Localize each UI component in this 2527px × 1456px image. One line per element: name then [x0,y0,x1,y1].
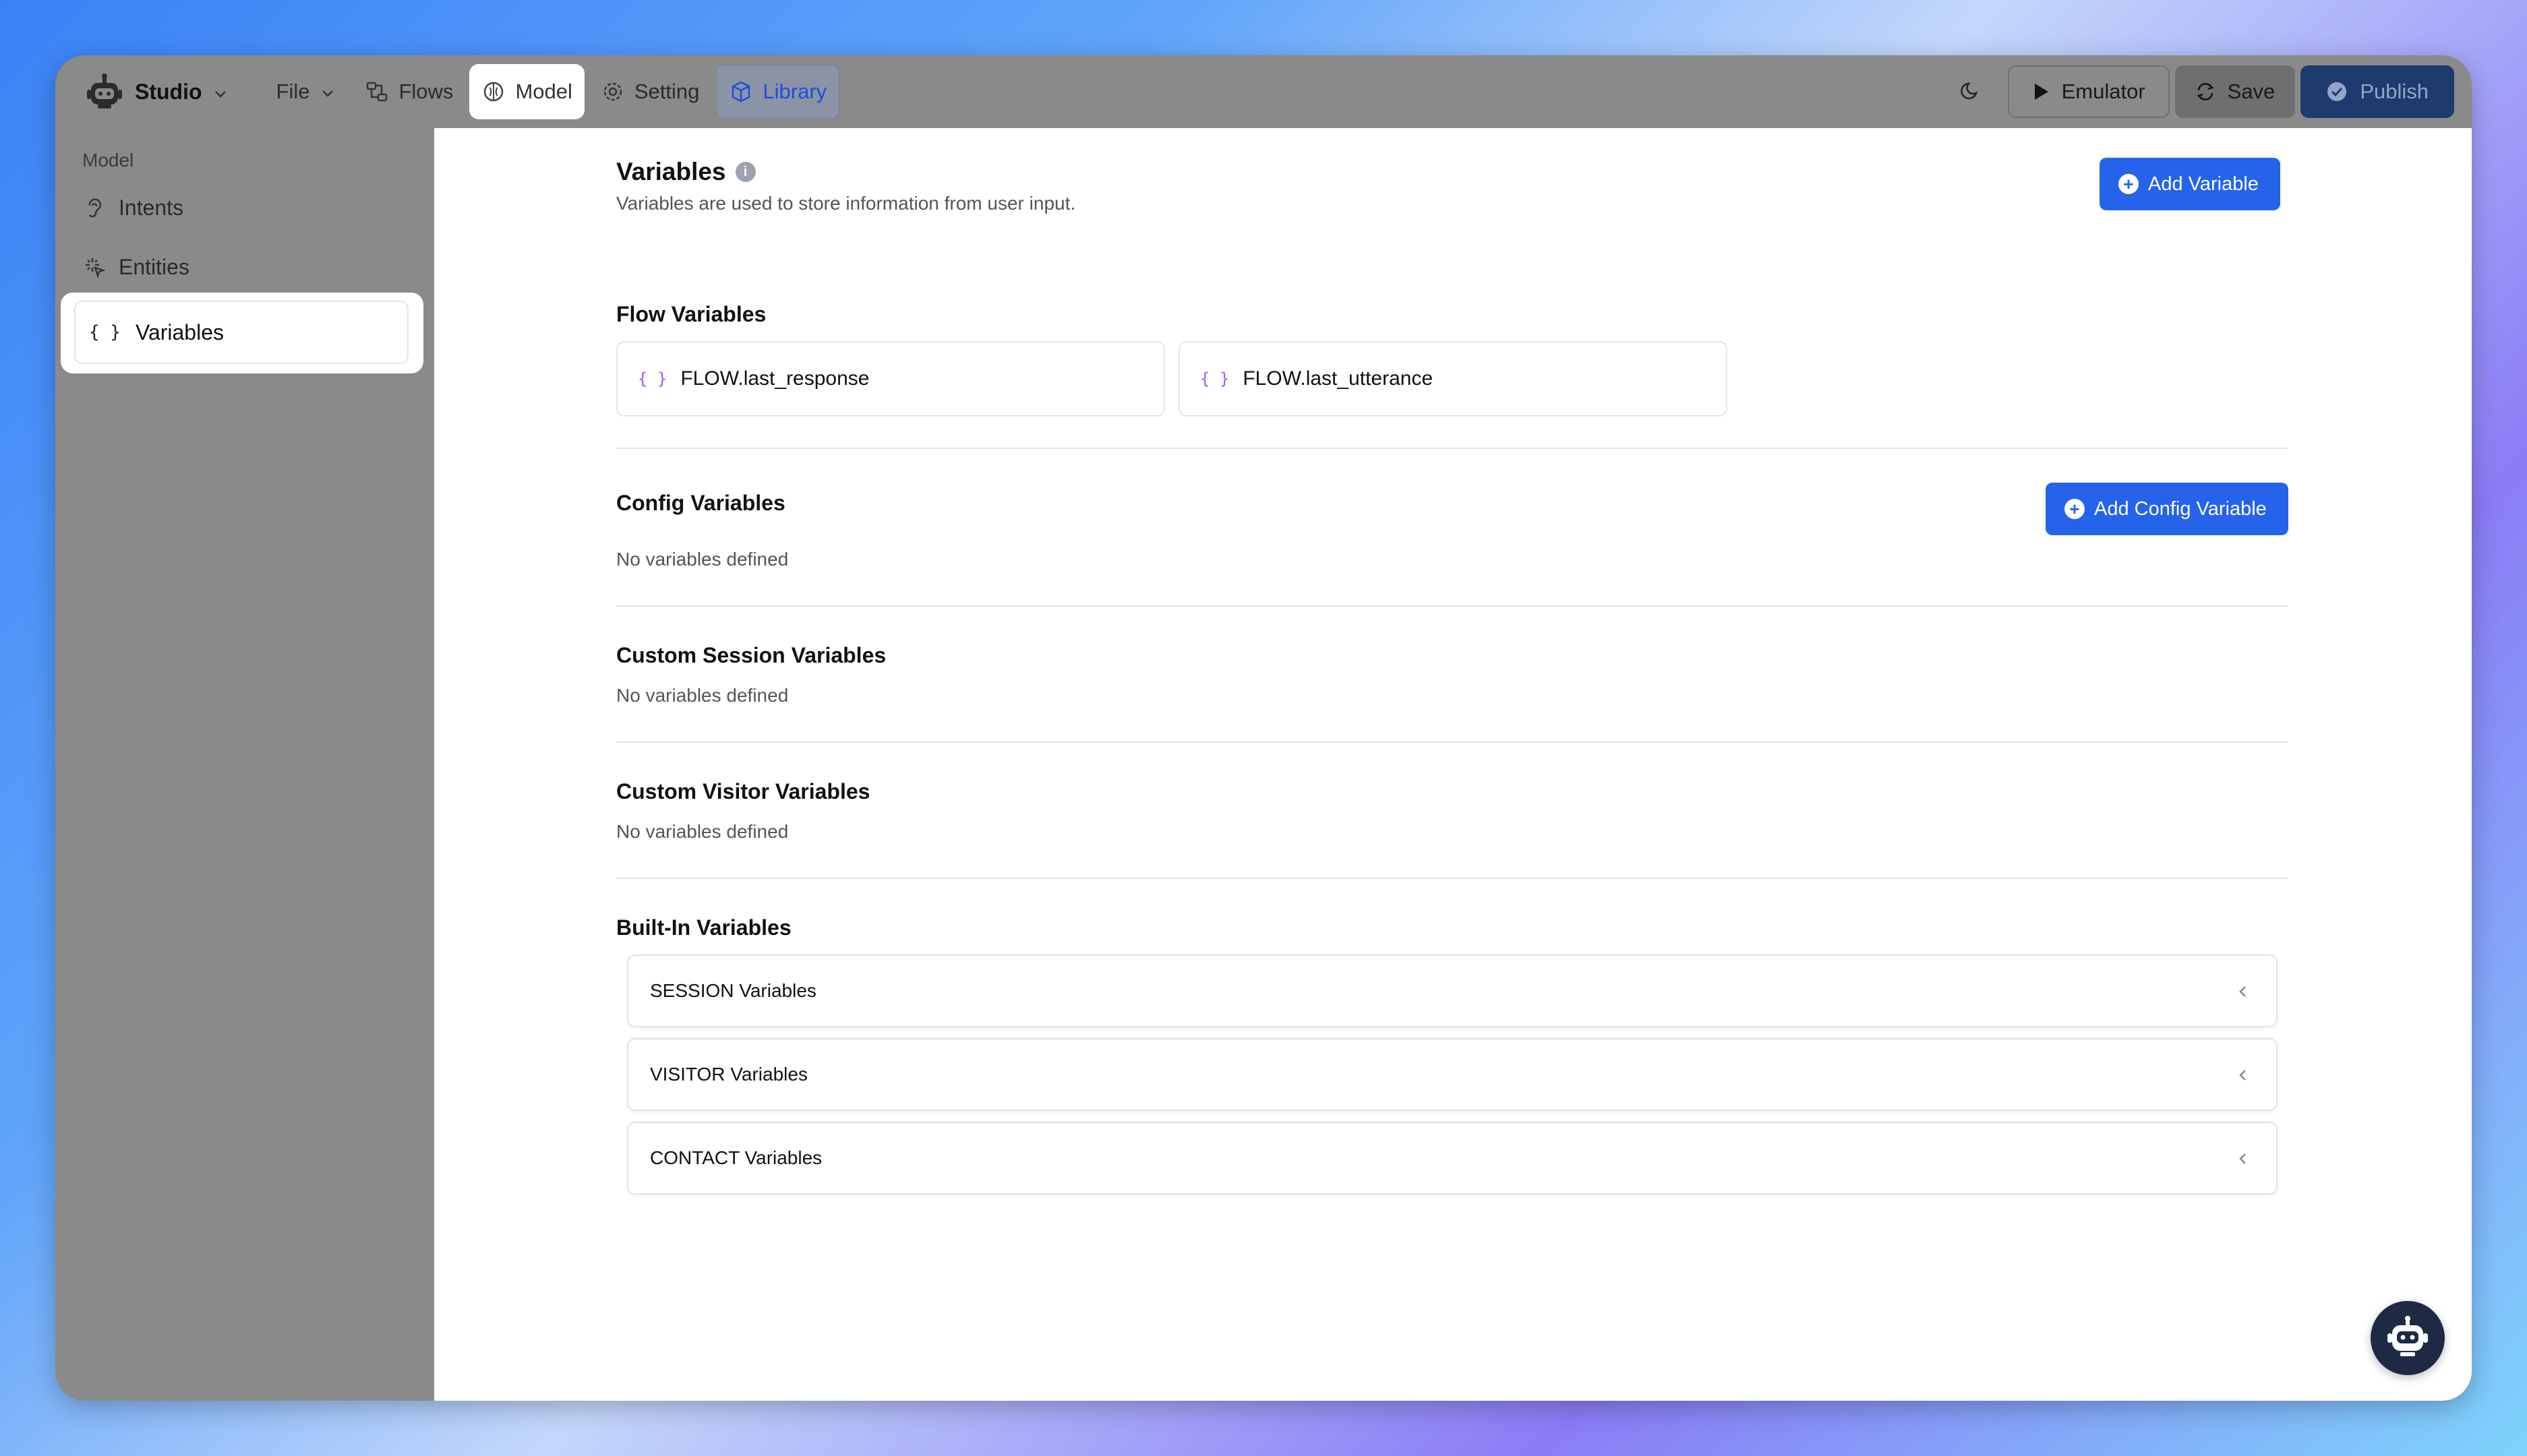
top-bar: Studio File Flows Model Setting Library … [55,55,2472,128]
add-config-variable-button[interactable]: + Add Config Variable [2046,483,2288,535]
robot-icon [2384,1313,2431,1364]
gear-icon [601,80,625,104]
app-window: Studio File Flows Model Setting Library … [55,55,2472,1401]
add-variable-button[interactable]: + Add Variable [2100,158,2280,210]
save-label: Save [2227,80,2276,103]
add-config-variable-label: Add Config Variable [2094,497,2267,520]
custom-visitor-empty: No variables defined [616,821,789,842]
dark-mode-toggle[interactable] [1947,68,1994,115]
flow-variable-name: FLOW.last_utterance [1243,367,1433,390]
library-tab[interactable]: Library [715,64,841,119]
library-tab-label: Library [763,80,827,103]
studio-label: Studio [135,79,202,104]
model-tab-label: Model [515,80,572,103]
braces-icon: { } [1200,369,1230,388]
chevron-down-icon [212,83,229,100]
emulator-button[interactable]: Emulator [2007,65,2170,118]
config-variables-empty: No variables defined [616,549,789,570]
flow-variable-card[interactable]: { } FLOW.last_response [616,341,1165,417]
built-in-title: Built-In Variables [616,915,792,940]
setting-tab-label: Setting [634,80,700,103]
accordion-contact-variables[interactable]: CONTACT Variables [627,1122,2278,1194]
braces-icon: { } [89,322,121,342]
flows-tab-label: Flows [398,80,454,103]
play-icon [2032,82,2050,101]
check-circle-icon [2326,81,2348,102]
braces-icon: { } [638,369,667,388]
plus-circle-icon: + [2064,499,2085,519]
chevron-down-icon [319,83,336,100]
flow-variable-card[interactable]: { } FLOW.last_utterance [1179,341,1727,417]
section-divider [616,741,2288,743]
page-title-text: Variables [616,158,726,185]
sidebar-item-label: Variables [135,320,224,344]
flow-variables-title: Flow Variables [616,302,767,326]
sidebar-active-highlight: { } Variables [61,293,423,373]
custom-visitor-title: Custom Visitor Variables [616,779,870,803]
sidebar-item-intents[interactable]: Intents [82,181,183,235]
custom-session-empty: No variables defined [616,685,789,706]
accordion-label: VISITOR Variables [650,1064,808,1085]
sidebar: Model Intents Entities { } Variables [55,128,434,1401]
studio-menu-button[interactable]: Studio [73,64,241,119]
accordion-session-variables[interactable]: SESSION Variables [627,954,2278,1027]
accordion-label: SESSION Variables [650,980,816,1001]
file-menu-button[interactable]: File [264,64,349,119]
accordion-visitor-variables[interactable]: VISITOR Variables [627,1038,2278,1111]
robot-logo-icon [85,72,124,111]
chevron-left-icon [2233,1065,2253,1085]
sidebar-item-label: Entities [119,254,189,279]
sidebar-item-variables[interactable]: { } Variables [74,301,409,364]
sparkle-icon [82,255,107,279]
plus-circle-icon: + [2118,174,2139,194]
save-button[interactable]: Save [2174,65,2296,118]
sidebar-item-label: Intents [119,195,184,220]
section-divider [616,448,2288,449]
cube-icon [729,80,753,104]
accordion-label: CONTACT Variables [650,1147,823,1168]
brain-icon [481,80,506,104]
section-divider [616,605,2288,607]
page-title: Variables i [616,158,756,186]
flows-icon [365,80,389,104]
flow-variable-name: FLOW.last_response [680,367,870,390]
flows-tab[interactable]: Flows [353,64,465,119]
add-variable-label: Add Variable [2148,173,2259,195]
custom-session-title: Custom Session Variables [616,643,887,667]
setting-tab[interactable]: Setting [589,64,712,119]
page-subtitle: Variables are used to store information … [616,193,1076,214]
file-menu-label: File [276,80,310,103]
ear-icon [82,195,107,220]
chevron-left-icon [2233,981,2253,1002]
main-content: Variables i Variables are used to store … [434,128,2472,1401]
refresh-icon [2195,82,2216,102]
publish-label: Publish [2360,80,2429,103]
emulator-label: Emulator [2061,80,2145,103]
config-variables-title: Config Variables [616,491,785,515]
moon-icon [1959,78,1983,106]
info-icon[interactable]: i [735,162,756,182]
assistant-chat-button[interactable] [2371,1301,2445,1375]
publish-button[interactable]: Publish [2300,65,2454,118]
sidebar-item-entities[interactable]: Entities [82,240,189,294]
sidebar-header: Model [82,150,134,171]
topbar-actions: Emulator Save Publish [1947,65,2454,118]
chevron-left-icon [2233,1149,2253,1169]
section-divider [616,878,2288,879]
model-tab[interactable]: Model [469,64,585,119]
